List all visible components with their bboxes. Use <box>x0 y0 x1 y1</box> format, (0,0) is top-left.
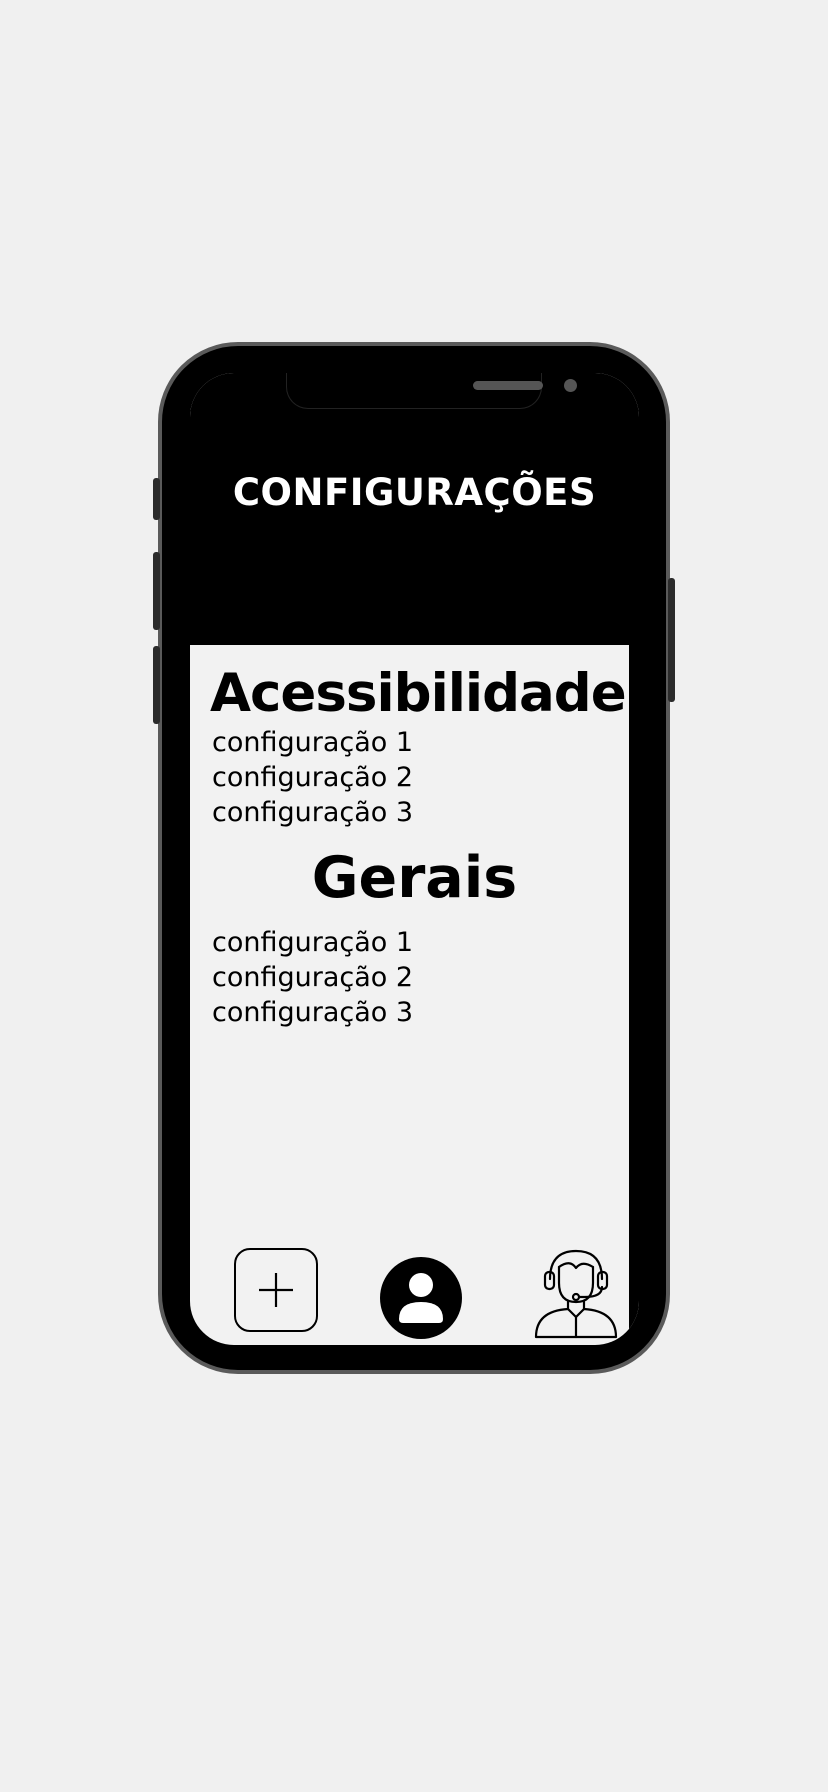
speaker-icon <box>473 381 543 390</box>
phone-volume-up-button <box>153 552 160 630</box>
add-button[interactable] <box>234 1248 318 1332</box>
general-setting-2[interactable]: configuração 2 <box>212 960 413 995</box>
general-setting-1[interactable]: configuração 1 <box>212 925 413 960</box>
accessibility-setting-3[interactable]: configuração 3 <box>212 795 413 830</box>
profile-button[interactable] <box>380 1257 462 1339</box>
general-setting-3[interactable]: configuração 3 <box>212 995 413 1030</box>
camera-icon <box>564 379 577 392</box>
phone-mute-switch <box>153 478 160 520</box>
phone-screen: CONFIGURAÇÕES Acessibilidade configuraçã… <box>190 373 639 1345</box>
accessibility-settings-list: configuração 1 configuração 2 configuraç… <box>212 725 413 830</box>
accessibility-setting-2[interactable]: configuração 2 <box>212 760 413 795</box>
page-title: CONFIGURAÇÕES <box>232 471 597 514</box>
general-settings-list: configuração 1 configuração 2 configuraç… <box>212 925 413 1030</box>
phone-notch <box>286 373 577 409</box>
app-header: CONFIGURAÇÕES <box>190 373 639 645</box>
phone-power-button <box>668 578 675 702</box>
customer-support-headset-icon <box>534 1249 618 1339</box>
support-button[interactable] <box>530 1247 622 1339</box>
phone-volume-down-button <box>153 646 160 724</box>
accessibility-setting-1[interactable]: configuração 1 <box>212 725 413 760</box>
section-heading-acessibilidade: Acessibilidade <box>210 663 627 724</box>
user-profile-icon <box>399 1273 443 1323</box>
screen-right-edge <box>629 645 639 1345</box>
section-heading-gerais: Gerais <box>311 845 518 911</box>
plus-icon <box>259 1273 293 1307</box>
